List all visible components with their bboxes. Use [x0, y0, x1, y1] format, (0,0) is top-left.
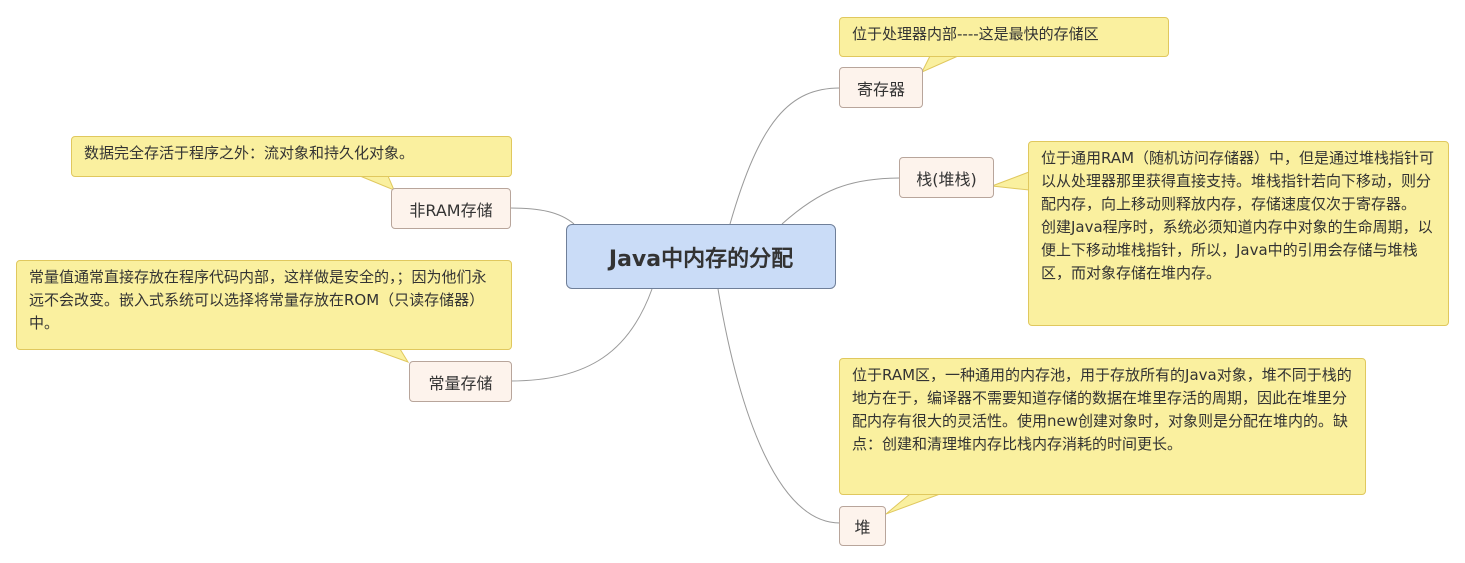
note-stack: 位于通用RAM（随机访问存储器）中，但是通过堆栈指针可以从处理器那里获得直接支持… [1028, 141, 1449, 326]
link-constant [509, 288, 653, 382]
note-stack-paragraph-1: 位于通用RAM（随机访问存储器）中，但是通过堆栈指针可以从处理器那里获得直接支持… [1041, 149, 1435, 213]
topic-stack[interactable]: 栈(堆栈) [899, 157, 994, 198]
callout-tail-nonram [359, 175, 395, 191]
topic-register[interactable]: 寄存器 [839, 67, 923, 108]
callout-tail-heap [885, 493, 941, 515]
note-nonram: 数据完全存活于程序之外：流对象和持久化对象。 [71, 136, 512, 177]
callout-tail-constant [371, 348, 410, 363]
note-heap: 位于RAM区，一种通用的内存池，用于存放所有的Java对象，堆不同于栈的地方在于… [839, 358, 1366, 495]
topic-nonram[interactable]: 非RAM存储 [391, 188, 511, 229]
central-topic[interactable]: Java中内存的分配 [566, 224, 836, 289]
callout-tail-register [920, 55, 959, 74]
topic-heap[interactable]: 堆 [839, 506, 886, 546]
link-stack [781, 177, 901, 225]
link-heap [717, 288, 841, 524]
note-constant: 常量值通常直接存放在程序代码内部，这样做是安全的，；因为他们永远不会改变。嵌入式… [16, 260, 512, 350]
link-nonram [509, 207, 575, 225]
topic-constant[interactable]: 常量存储 [409, 361, 512, 402]
callout-tail-stack [991, 171, 1030, 191]
note-register: 位于处理器内部----这是最快的存储区 [839, 17, 1169, 57]
note-stack-paragraph-2: 创建Java程序时，系统必须知道内存中对象的生命周期，以便上下移动堆栈指针，所以… [1041, 218, 1433, 282]
link-register [729, 87, 841, 225]
